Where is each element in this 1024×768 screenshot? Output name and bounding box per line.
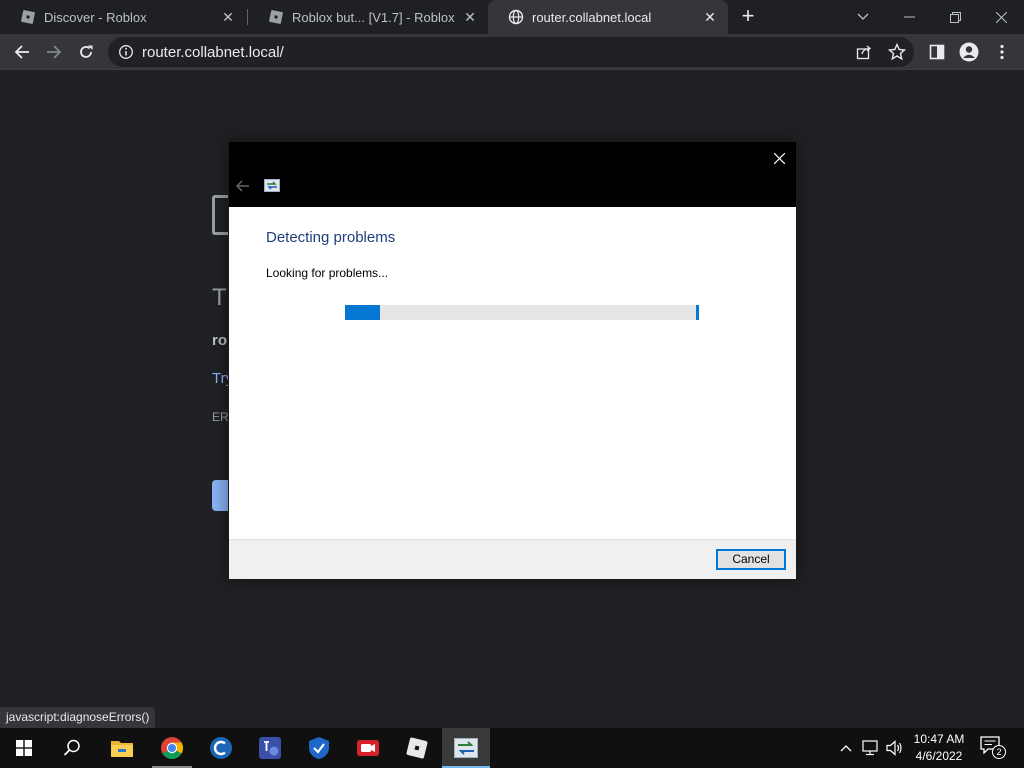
chevron-down-icon: [857, 13, 869, 20]
globe-icon: [508, 9, 524, 25]
arrow-right-icon: [47, 45, 62, 59]
dialog-body: Detecting problems Looking for problems.…: [229, 207, 796, 539]
menu-button[interactable]: [986, 36, 1018, 68]
cancel-button[interactable]: Cancel: [716, 549, 786, 570]
taskbar-app-roblox[interactable]: [393, 728, 441, 768]
remote-desktop-icon: [259, 737, 281, 759]
tab-title: router.collabnet.local: [532, 9, 652, 25]
screen-recorder-icon: [357, 740, 379, 756]
taskbar-app-file-explorer[interactable]: [98, 728, 146, 768]
tab-search-button[interactable]: [840, 0, 886, 34]
volume-tray-button[interactable]: [884, 728, 906, 768]
roblox-icon: [406, 737, 428, 759]
new-tab-button[interactable]: +: [737, 5, 759, 28]
star-icon[interactable]: [888, 43, 906, 61]
minimize-icon: [903, 16, 915, 18]
search-button[interactable]: [48, 728, 96, 768]
reload-button[interactable]: [70, 36, 102, 68]
dialog-close-button[interactable]: [768, 147, 790, 169]
roblox-icon: [21, 10, 35, 24]
avatar: [959, 42, 979, 62]
side-panel-button[interactable]: [921, 36, 953, 68]
network-diagnostics-icon: [454, 738, 478, 758]
browser-toolbar: router.collabnet.local/: [0, 34, 1024, 70]
url-text[interactable]: router.collabnet.local/: [142, 44, 284, 61]
tab-title: Roblox but... [V1.7] - Roblox: [292, 9, 455, 25]
dialog-status-text: Looking for problems...: [266, 266, 389, 280]
troubleshooter-dialog: Detecting problems Looking for problems.…: [228, 141, 797, 580]
progress-bar: [345, 305, 699, 320]
network-icon: [862, 740, 878, 756]
restore-button[interactable]: [932, 0, 978, 34]
notification-center-button[interactable]: 2: [980, 736, 1008, 760]
taskbar-clock[interactable]: 10:47 AM 4/6/2022: [905, 731, 973, 765]
network-tray-button[interactable]: [859, 728, 883, 768]
reload-icon: [80, 45, 93, 58]
kebab-menu-icon: [1000, 44, 1004, 60]
side-panel-icon: [929, 44, 945, 60]
close-window-button[interactable]: [978, 0, 1024, 34]
search-icon: [63, 739, 80, 756]
ccleaner-icon: [210, 737, 232, 759]
info-icon[interactable]: [118, 44, 134, 60]
error-host: ro: [212, 332, 227, 349]
taskbar-app-chrome[interactable]: [148, 728, 196, 768]
close-tab-icon[interactable]: ✕: [462, 9, 478, 25]
arrow-left-icon[interactable]: [235, 178, 251, 194]
tab-roblox-but[interactable]: Roblox but... [V1.7] - Roblox ✕: [248, 0, 488, 34]
forward-button[interactable]: [38, 36, 70, 68]
tab-strip: Discover - Roblox ✕ Roblox but... [V1.7]…: [0, 0, 1024, 34]
address-bar[interactable]: router.collabnet.local/: [108, 37, 914, 67]
shield-vpn-icon: [309, 737, 329, 759]
close-tab-icon[interactable]: ✕: [702, 9, 718, 25]
progress-end-marker: [696, 305, 699, 320]
close-tab-icon[interactable]: ✕: [220, 9, 236, 25]
network-diagnostics-icon: [264, 179, 280, 192]
tab-title: Discover - Roblox: [44, 9, 147, 25]
close-icon: [995, 11, 1007, 23]
notification-count-badge: 2: [992, 745, 1006, 759]
back-button[interactable]: [6, 36, 38, 68]
error-heading: T: [212, 284, 227, 311]
taskbar: 10:47 AM 4/6/2022 2: [0, 728, 1024, 768]
restore-icon: [949, 11, 961, 23]
taskbar-app-remote[interactable]: [246, 728, 294, 768]
dialog-footer: Cancel: [229, 539, 796, 579]
arrow-left-icon: [14, 45, 29, 59]
dialog-title: Detecting problems: [266, 229, 396, 246]
show-hidden-icons-button[interactable]: [836, 728, 856, 768]
start-button[interactable]: [0, 728, 48, 768]
chevron-up-icon: [840, 745, 852, 752]
tab-router[interactable]: router.collabnet.local ✕: [488, 0, 728, 34]
share-icon[interactable]: [856, 44, 872, 60]
windows-logo-icon: [16, 740, 32, 756]
taskbar-app-ccleaner[interactable]: [197, 728, 245, 768]
chrome-icon: [161, 737, 183, 759]
speaker-icon: [886, 740, 902, 756]
dialog-header: [229, 142, 796, 207]
minimize-button[interactable]: [886, 0, 932, 34]
taskbar-app-recorder[interactable]: [344, 728, 392, 768]
profile-button[interactable]: [953, 36, 985, 68]
roblox-icon: [269, 10, 283, 24]
file-explorer-icon: [111, 741, 133, 757]
close-icon: [773, 152, 785, 164]
link-status-bubble: javascript:diagnoseErrors(): [0, 707, 156, 728]
tab-discover-roblox[interactable]: Discover - Roblox ✕: [0, 0, 246, 34]
clock-time: 10:47 AM: [913, 732, 965, 746]
clock-date: 4/6/2022: [915, 749, 963, 763]
taskbar-app-network-diagnostics[interactable]: [442, 728, 490, 768]
progress-chunk: [345, 305, 381, 320]
taskbar-app-vpn[interactable]: [295, 728, 343, 768]
